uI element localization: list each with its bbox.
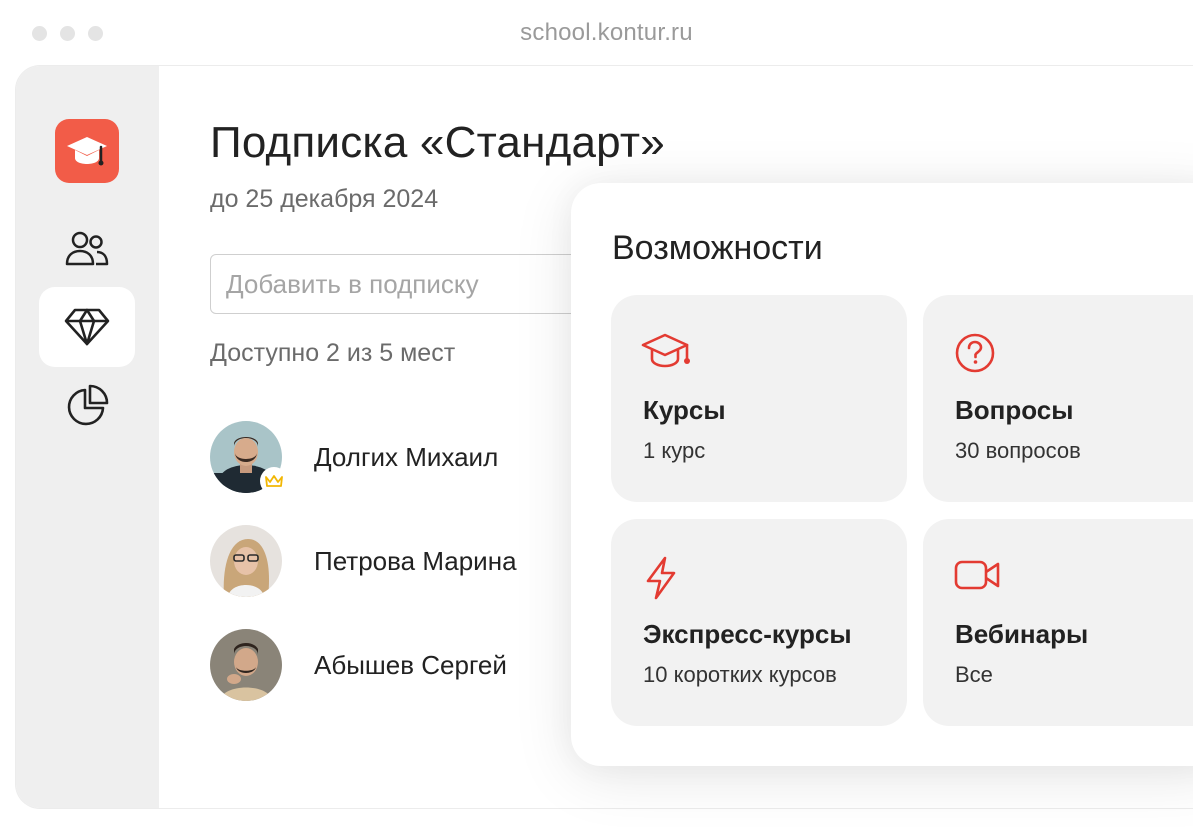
features-panel: Возможности Курсы 1 курс Вопросы 30 вопр… bbox=[571, 183, 1193, 766]
member-item[interactable]: Долгих Михаил bbox=[210, 421, 499, 495]
feature-card-questions[interactable]: Вопросы 30 вопросов bbox=[923, 295, 1193, 502]
subscription-valid-until: до 25 декабря 2024 bbox=[210, 185, 439, 213]
feature-title: Вопросы bbox=[955, 395, 1074, 425]
add-to-subscription-input[interactable] bbox=[210, 254, 630, 314]
sidebar-item-statistics[interactable] bbox=[39, 366, 135, 446]
feature-card-courses[interactable]: Курсы 1 курс bbox=[611, 295, 907, 502]
feature-subtitle: 30 вопросов bbox=[955, 438, 1081, 463]
feature-subtitle: 1 курс bbox=[643, 438, 706, 463]
member-item[interactable]: Петрова Марина bbox=[210, 525, 517, 597]
sidebar bbox=[16, 66, 159, 808]
sidebar-item-subscription[interactable] bbox=[39, 287, 135, 367]
browser-chrome: school.kontur.ru bbox=[20, 0, 1193, 66]
member-item[interactable]: Абышев Сергей bbox=[210, 629, 507, 701]
features-title: Возможности bbox=[612, 229, 823, 267]
address-bar-url[interactable]: school.kontur.ru bbox=[20, 19, 1193, 47]
feature-title: Курсы bbox=[643, 395, 726, 425]
feature-card-webinars[interactable]: Вебинары Все bbox=[923, 519, 1193, 726]
member-name: Долгих Михаил bbox=[314, 441, 499, 472]
question-circle-icon bbox=[955, 333, 995, 373]
video-camera-icon bbox=[954, 560, 1000, 590]
feature-card-express-courses[interactable]: Экспресс-курсы 10 коротких курсов bbox=[611, 519, 907, 726]
crown-icon bbox=[265, 475, 283, 487]
page-title: Подписка «Стандарт» bbox=[210, 118, 665, 167]
feature-subtitle: 10 коротких курсов bbox=[643, 662, 837, 687]
avatar bbox=[210, 421, 288, 495]
lightning-icon bbox=[646, 556, 676, 600]
graduation-cap-icon bbox=[67, 137, 107, 166]
seats-available: Доступно 2 из 5 мест bbox=[210, 339, 456, 367]
avatar bbox=[210, 629, 282, 701]
feature-title: Вебинары bbox=[955, 619, 1089, 649]
owner-badge bbox=[260, 467, 288, 495]
feature-title: Экспресс-курсы bbox=[643, 619, 852, 649]
avatar bbox=[210, 525, 282, 597]
sidebar-item-users[interactable] bbox=[39, 208, 135, 288]
graduation-cap-icon bbox=[641, 333, 690, 368]
member-name: Абышев Сергей bbox=[314, 649, 507, 680]
app-logo[interactable] bbox=[55, 119, 119, 183]
diamond-icon bbox=[64, 308, 110, 346]
users-icon bbox=[65, 231, 109, 266]
pie-chart-icon bbox=[67, 384, 109, 426]
member-name: Петрова Марина bbox=[314, 545, 517, 576]
feature-subtitle: Все bbox=[955, 662, 993, 687]
